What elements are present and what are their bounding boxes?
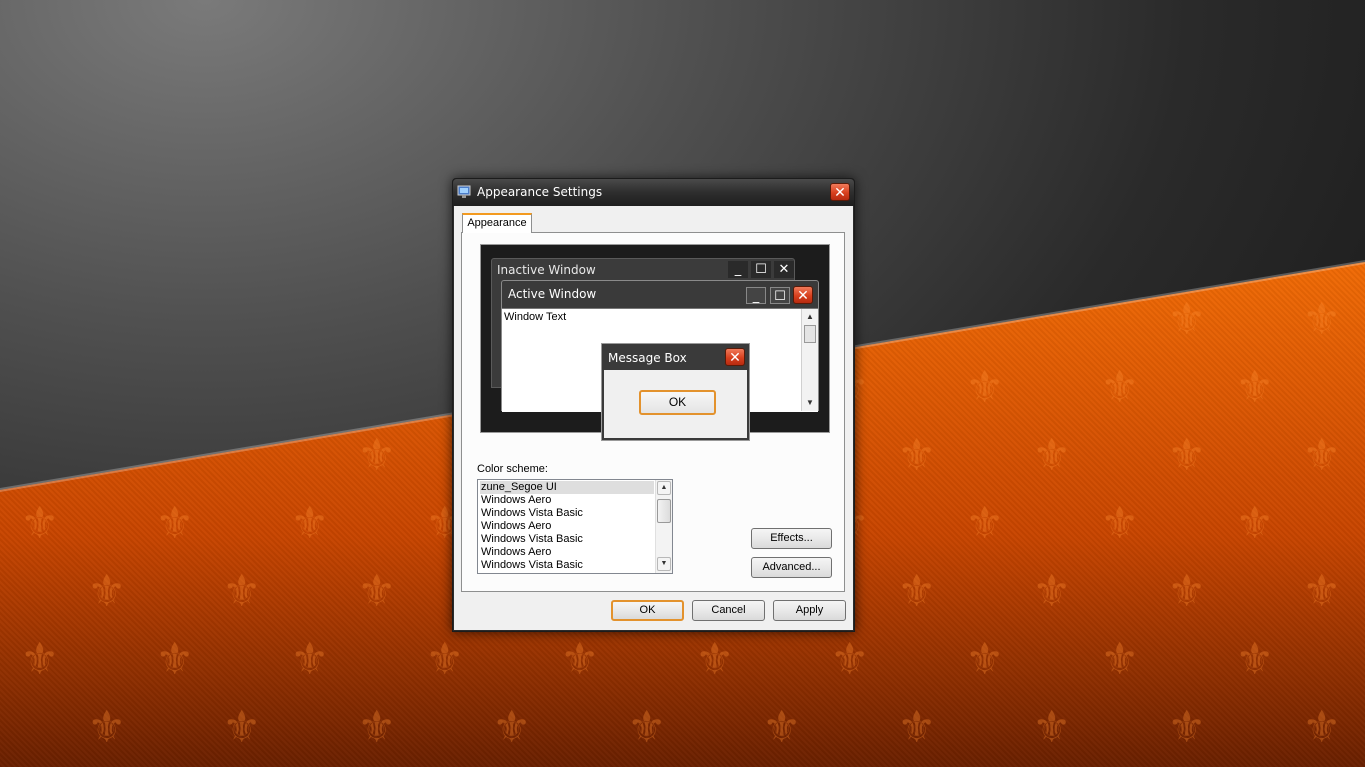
fleur-de-lis-icon: ⚜	[695, 634, 735, 685]
dialog-title-bar[interactable]: Appearance Settings ✕	[453, 179, 854, 206]
close-icon: ✕	[834, 185, 846, 201]
active-window-title: Active Window	[508, 287, 597, 301]
fleur-de-lis-icon: ⚜	[762, 702, 802, 753]
color-scheme-list[interactable]: zune_Segoe UI Windows Aero Windows Vista B…	[477, 479, 673, 574]
scroll-up-icon: ▲	[806, 312, 814, 321]
fleur-de-lis-icon: ⚜	[1302, 566, 1342, 617]
fleur-de-lis-icon: ⚜	[1235, 362, 1275, 413]
minimize-icon: _	[728, 261, 748, 278]
fleur-de-lis-icon: ⚜	[1302, 702, 1342, 753]
close-icon: ✕	[793, 286, 813, 304]
color-scheme-item[interactable]: Windows Aero	[480, 520, 551, 533]
fleur-de-lis-icon: ⚜	[87, 702, 127, 753]
fleur-de-lis-icon: ⚜	[1167, 566, 1207, 617]
fleur-de-lis-icon: ⚜	[1302, 294, 1342, 345]
preview-scrollbar: ▲ ▼	[801, 309, 818, 411]
fleur-de-lis-icon: ⚜	[830, 634, 870, 685]
fleur-de-lis-icon: ⚜	[1302, 430, 1342, 481]
fleur-de-lis-icon: ⚜	[1167, 294, 1207, 345]
fleur-de-lis-icon: ⚜	[1032, 566, 1072, 617]
message-box-ok-button: OK	[639, 390, 716, 415]
fleur-de-lis-icon: ⚜	[290, 498, 330, 549]
fleur-de-lis-icon: ⚜	[1100, 362, 1140, 413]
fleur-de-lis-icon: ⚜	[1032, 702, 1072, 753]
fleur-de-lis-icon: ⚜	[87, 566, 127, 617]
apply-button[interactable]: Apply	[773, 600, 846, 621]
fleur-de-lis-icon: ⚜	[357, 430, 397, 481]
fleur-de-lis-icon: ⚜	[20, 498, 60, 549]
fleur-de-lis-icon: ⚜	[1167, 702, 1207, 753]
scroll-thumb[interactable]	[657, 499, 671, 523]
fleur-de-lis-icon: ⚜	[965, 634, 1005, 685]
dialog-title: Appearance Settings	[477, 185, 603, 199]
fleur-de-lis-icon: ⚜	[965, 498, 1005, 549]
color-scheme-item[interactable]: zune_Segoe UI	[480, 481, 654, 494]
fleur-de-lis-icon: ⚜	[1100, 634, 1140, 685]
window-text: Window Text	[504, 311, 567, 323]
color-scheme-item[interactable]: Windows Vista Basic	[480, 507, 583, 520]
scroll-up-icon[interactable]: ▲	[657, 481, 671, 495]
fleur-de-lis-icon: ⚜	[492, 702, 532, 753]
fleur-de-lis-icon: ⚜	[897, 566, 937, 617]
close-icon: ✕	[774, 261, 794, 278]
tab-appearance[interactable]: Appearance	[462, 213, 532, 233]
scroll-down-icon: ▼	[806, 398, 814, 407]
fleur-de-lis-icon: ⚜	[560, 634, 600, 685]
appearance-tab-panel: Inactive Window _ ☐ ✕ Active Window _ ☐ …	[461, 232, 845, 592]
appearance-preview: Inactive Window _ ☐ ✕ Active Window _ ☐ …	[480, 244, 830, 441]
close-icon: ✕	[725, 348, 745, 366]
active-window-preview: Active Window _ ☐ ✕ Window Text ▲ ▼ Mess…	[501, 280, 819, 441]
color-scheme-scrollbar[interactable]: ▲ ▼	[655, 480, 672, 573]
maximize-icon: ☐	[751, 261, 771, 278]
appearance-settings-dialog: Appearance Settings ✕ Appearance Inactiv…	[452, 178, 855, 632]
display-settings-icon	[457, 185, 471, 198]
message-box-client: OK	[604, 370, 747, 438]
fleur-de-lis-icon: ⚜	[357, 702, 397, 753]
effects-button[interactable]: Effects...	[751, 528, 832, 549]
fleur-de-lis-icon: ⚜	[290, 634, 330, 685]
color-scheme-item[interactable]: Windows Aero	[480, 494, 551, 507]
fleur-de-lis-icon: ⚜	[357, 566, 397, 617]
color-scheme-label: Color scheme:	[477, 463, 548, 475]
fleur-de-lis-icon: ⚜	[155, 498, 195, 549]
dialog-client-area: Appearance Inactive Window _ ☐ ✕ Active …	[454, 206, 853, 630]
fleur-de-lis-icon: ⚜	[627, 702, 667, 753]
cancel-button[interactable]: Cancel	[692, 600, 765, 621]
scroll-thumb	[804, 325, 816, 343]
maximize-icon: ☐	[770, 287, 790, 304]
fleur-de-lis-icon: ⚜	[20, 634, 60, 685]
fleur-de-lis-icon: ⚜	[425, 634, 465, 685]
fleur-de-lis-icon: ⚜	[222, 566, 262, 617]
fleur-de-lis-icon: ⚜	[965, 362, 1005, 413]
fleur-de-lis-icon: ⚜	[1100, 498, 1140, 549]
message-box-preview: Message Box ✕ OK	[601, 343, 750, 441]
color-scheme-item[interactable]: Windows Vista Basic	[480, 559, 583, 572]
inactive-window-title: Inactive Window	[497, 263, 596, 277]
message-box-title: Message Box	[608, 351, 687, 365]
fleur-de-lis-icon: ⚜	[897, 430, 937, 481]
color-scheme-item[interactable]: Windows Vista Basic	[480, 533, 583, 546]
dialog-close-button[interactable]: ✕	[830, 183, 850, 201]
fleur-de-lis-icon: ⚜	[1167, 430, 1207, 481]
fleur-de-lis-icon: ⚜	[155, 634, 195, 685]
fleur-de-lis-icon: ⚜	[1235, 498, 1275, 549]
fleur-de-lis-icon: ⚜	[897, 702, 937, 753]
fleur-de-lis-icon: ⚜	[1032, 430, 1072, 481]
minimize-icon: _	[746, 287, 766, 304]
color-scheme-item[interactable]: Windows Aero	[480, 546, 551, 559]
ok-button[interactable]: OK	[611, 600, 684, 621]
fleur-de-lis-icon: ⚜	[222, 702, 262, 753]
fleur-de-lis-icon: ⚜	[1235, 634, 1275, 685]
scroll-down-icon[interactable]: ▼	[657, 557, 671, 571]
advanced-button[interactable]: Advanced...	[751, 557, 832, 578]
